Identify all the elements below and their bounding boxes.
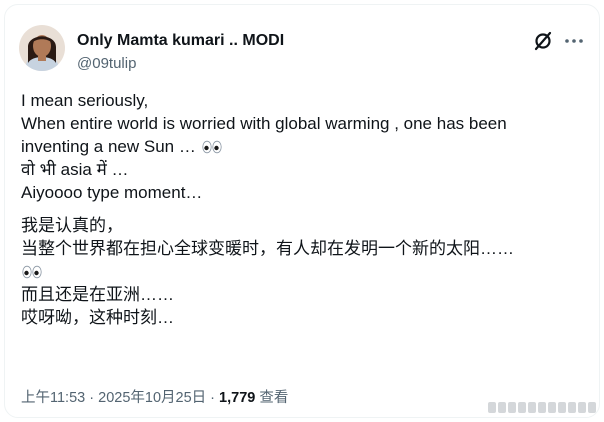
tweet-line: 哎呀呦，这种时刻… [21, 308, 174, 327]
tweet-line: वो भी asia में … [21, 160, 129, 179]
meta-separator: · [89, 390, 95, 406]
tweet-line: 我是认真的， [21, 216, 123, 235]
eyes-emoji-icon [201, 140, 222, 154]
views-label[interactable]: 查看 [259, 390, 288, 406]
tweet-meta: 上午11:53 · 2025年10月25日 · 1,779 查看 [21, 386, 288, 407]
avatar-image [19, 25, 65, 71]
tweet-date[interactable]: 2025年10月25日 [98, 390, 206, 406]
tweet-line [21, 260, 581, 283]
tweet-time[interactable]: 上午11:53 [21, 390, 85, 406]
watermark [488, 402, 598, 414]
meta-separator: · [210, 390, 216, 406]
tweet-line: When entire world is worried with global… [21, 114, 507, 133]
avatar[interactable] [19, 25, 65, 71]
grok-icon[interactable] [533, 31, 553, 51]
tweet-line: I mean seriously, [21, 91, 149, 110]
tweet-line-text: inventing a new Sun … [21, 137, 196, 156]
views-count[interactable]: 1,779 [219, 390, 255, 406]
tweet-line: 而且还是在亚洲…… [21, 285, 174, 304]
tweet-text: I mean seriously, When entire world is w… [21, 89, 581, 329]
more-icon[interactable] [563, 30, 585, 52]
tweet-line: Aiyoooo type moment… [21, 183, 203, 202]
tweet-line: 当整个世界都在担心全球变暖时，有人却在发明一个新的太阳…… [21, 239, 514, 258]
author-handle[interactable]: @09tulip [77, 55, 136, 72]
author-display-name[interactable]: Only Mamta kumari .. MODI [77, 32, 284, 50]
eyes-emoji-icon [22, 265, 42, 279]
tweet-line: inventing a new Sun … [21, 135, 581, 158]
